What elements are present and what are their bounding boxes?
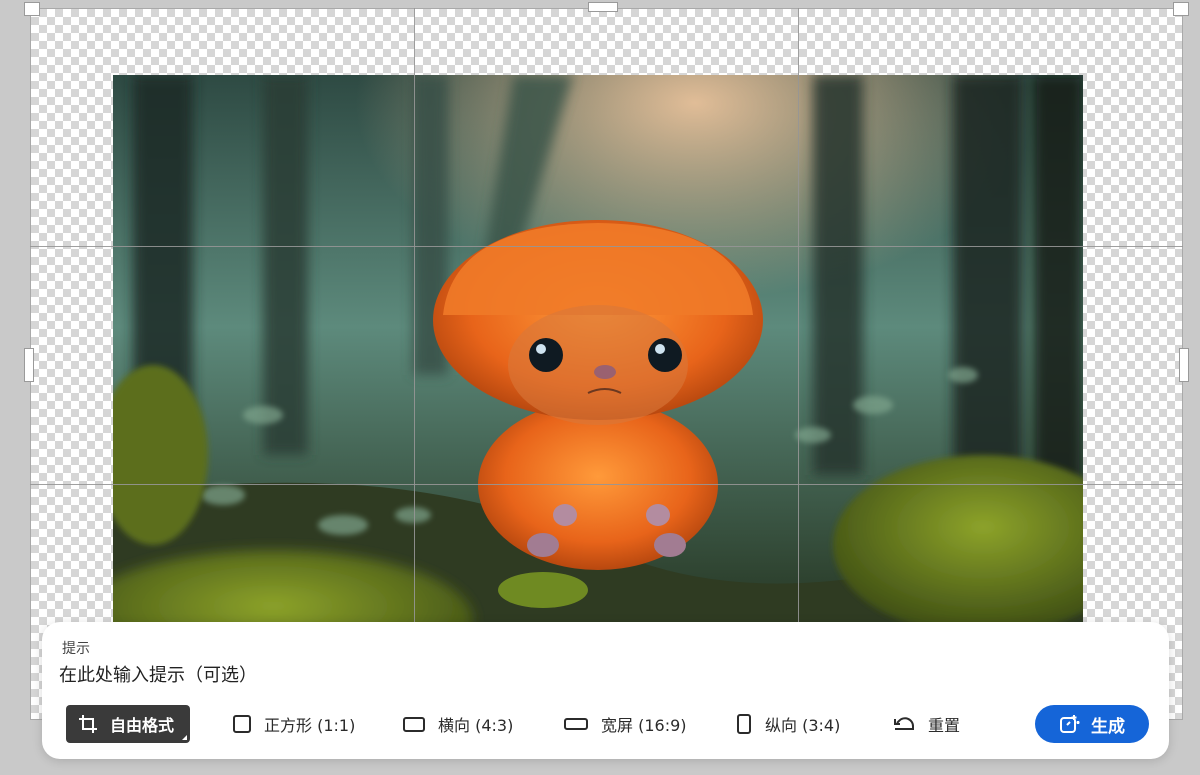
generative-expand-panel: 提示 自由格式 正方形 (1:1) 横向 (4:3) [42,622,1169,759]
resize-handle-top-right[interactable] [1173,2,1189,16]
grid-line [414,8,415,720]
resize-handle-left[interactable] [24,348,34,382]
undo-icon [892,714,916,734]
prompt-label: 提示 [62,641,90,657]
generate-label: 生成 [1091,716,1125,737]
generate-button[interactable]: 生成 [1035,705,1149,743]
generate-sparkle-icon [1059,713,1081,735]
grid-line [30,484,1183,485]
resize-handle-top[interactable] [588,2,618,12]
widescreen-icon [563,714,589,734]
aspect-portrait-label: 纵向 (3:4) [765,716,841,735]
dropdown-corner-icon [182,735,188,740]
aspect-free-form-button[interactable]: 自由格式 [66,705,191,743]
reset-button[interactable]: 重置 [892,705,960,743]
landscape-icon [402,714,426,734]
grid-line [798,8,799,720]
aspect-widescreen-button[interactable]: 宽屏 (16:9) [563,705,687,743]
aspect-landscape-button[interactable]: 横向 (4:3) [402,705,513,743]
resize-handle-right[interactable] [1179,348,1189,382]
source-image [113,75,1083,635]
reset-label: 重置 [928,716,961,735]
portrait-icon [735,713,753,735]
aspect-portrait-button[interactable]: 纵向 (3:4) [735,705,840,743]
crop-icon [78,714,98,734]
prompt-input[interactable] [59,660,759,690]
resize-handle-top-left[interactable] [24,2,40,16]
aspect-square-button[interactable]: 正方形 (1:1) [232,705,355,743]
grid-line [30,246,1183,247]
aspect-square-label: 正方形 (1:1) [264,716,356,735]
aspect-toolbar: 自由格式 正方形 (1:1) 横向 (4:3) 宽屏 (16:9) 纵向 (3:… [42,705,1169,745]
aspect-widescreen-label: 宽屏 (16:9) [601,716,687,735]
aspect-landscape-label: 横向 (4:3) [438,716,514,735]
square-icon [232,714,252,734]
aspect-free-form-label: 自由格式 [110,716,175,735]
